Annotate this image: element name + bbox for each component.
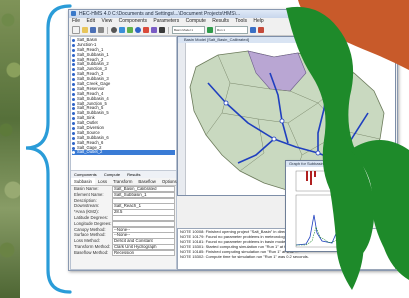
gage-icon	[72, 146, 75, 150]
outlet-icon	[72, 151, 75, 155]
explorer-tabs: Components Compute Results	[71, 170, 176, 178]
toolbar-separator	[107, 26, 108, 34]
tab-components[interactable]: Components	[74, 172, 97, 177]
subbasin-icon	[72, 97, 75, 101]
run-select[interactable]: Run 1	[215, 26, 248, 34]
tree-item-selected[interactable]: Salt_Outlet_2	[72, 150, 175, 156]
component-editor: Subbasin Loss Transform Baseflow Options…	[71, 178, 177, 269]
editor-tabs: Subbasin Loss Transform Baseflow Options	[71, 178, 177, 186]
arrow-icon[interactable]	[111, 27, 117, 33]
results-graph-icon[interactable]	[258, 27, 264, 33]
window-title: HEC-HMS 4.0 C:\Documents and Settings\..…	[79, 11, 241, 17]
menu-components[interactable]: Components	[119, 18, 147, 24]
subbasin-icon	[72, 53, 75, 57]
menu-file[interactable]: File	[72, 18, 80, 24]
watershed-explorer: Salt_Basin Junction-1 Salt_Reach_1 Salt_…	[70, 36, 177, 270]
basin-model-select[interactable]: Basin Model 1	[172, 26, 205, 34]
reach-icon	[72, 73, 75, 77]
tab-transform[interactable]: Transform	[110, 178, 135, 185]
source-icon	[72, 131, 75, 135]
subbasin-icon	[72, 112, 75, 116]
print-icon[interactable]	[98, 27, 104, 33]
gage-icon	[72, 82, 75, 86]
new-icon[interactable]	[72, 26, 80, 34]
junction-icon	[72, 68, 75, 72]
save-icon[interactable]	[90, 27, 96, 33]
subbasin-icon	[72, 78, 75, 82]
reservoir-icon	[72, 87, 75, 91]
menu-bar: File Edit View Components Parameters Com…	[69, 18, 397, 25]
zoom-icon[interactable]	[119, 27, 125, 33]
reach-icon	[72, 48, 75, 52]
toolbar-separator	[168, 26, 169, 34]
tab-loss[interactable]: Loss	[95, 178, 110, 185]
pan-icon[interactable]	[127, 27, 133, 33]
title-bar: HEC-HMS 4.0 C:\Documents and Settings\..…	[69, 10, 397, 18]
open-folder-icon[interactable]	[82, 27, 88, 33]
curly-brace-graphic	[25, 4, 72, 294]
hydrograph-plot	[295, 170, 357, 248]
junction-icon	[72, 43, 75, 47]
menu-tools[interactable]: Tools	[235, 18, 247, 24]
component-tree: Salt_Basin Junction-1 Salt_Reach_1 Salt_…	[72, 38, 175, 170]
reach-icon	[72, 141, 75, 145]
property-row: Baseflow Method: Recession	[71, 249, 176, 257]
results-table-icon[interactable]	[250, 27, 256, 33]
menu-results[interactable]: Results	[212, 18, 229, 24]
junction-icon	[72, 102, 75, 106]
basin-icon	[72, 38, 75, 42]
menu-edit[interactable]: Edit	[86, 18, 95, 24]
subbasin-icon	[72, 136, 75, 140]
diversion-icon	[72, 126, 75, 130]
menu-compute[interactable]: Compute	[186, 18, 206, 24]
reach-icon	[72, 58, 75, 62]
sink-icon	[72, 117, 75, 121]
hydrograph-window: Graph for Subbasin "Salt_Subbasin_1"	[285, 160, 361, 252]
menu-parameters[interactable]: Parameters	[153, 18, 179, 24]
compute-icon[interactable]	[207, 27, 213, 33]
menu-view[interactable]: View	[101, 18, 112, 24]
junction-tool-icon[interactable]	[151, 27, 157, 33]
sink-tool-icon[interactable]	[159, 27, 165, 33]
reach-tool-icon[interactable]	[143, 27, 149, 33]
subbasin-icon	[72, 63, 75, 67]
reach-icon	[72, 92, 75, 96]
app-icon	[71, 11, 76, 16]
outlet-icon	[72, 122, 75, 126]
tab-compute[interactable]: Compute	[104, 172, 120, 177]
precip-panel	[295, 170, 357, 192]
menu-help[interactable]: Help	[253, 18, 263, 24]
toolbar: Basin Model 1 Run 1	[69, 25, 397, 36]
reach-icon	[72, 107, 75, 111]
tab-subbasin[interactable]: Subbasin	[71, 178, 95, 185]
tab-baseflow[interactable]: Baseflow	[135, 178, 158, 185]
baseflow-method-select[interactable]: Recession	[112, 249, 175, 257]
tab-results[interactable]: Results	[127, 172, 140, 177]
subbasin-tool-icon[interactable]	[135, 27, 141, 33]
